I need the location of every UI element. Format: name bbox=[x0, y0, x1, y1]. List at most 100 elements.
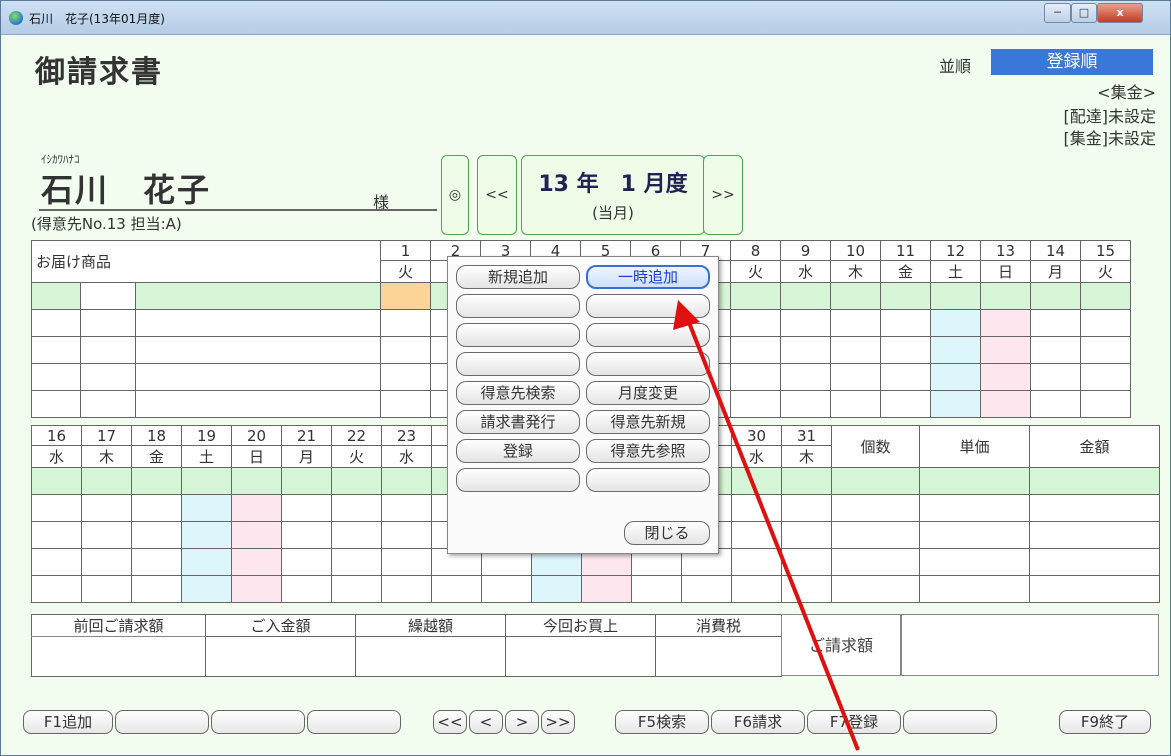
fkey-blank-button[interactable] bbox=[211, 710, 305, 734]
quantity-cell[interactable] bbox=[880, 282, 931, 310]
quantity-cell[interactable] bbox=[281, 521, 332, 549]
quantity-cell[interactable] bbox=[331, 575, 382, 603]
qty-cell[interactable] bbox=[831, 575, 920, 603]
quantity-cell[interactable] bbox=[781, 467, 832, 495]
new-add-button[interactable]: 新規追加 bbox=[456, 265, 580, 289]
payment-value[interactable] bbox=[205, 636, 356, 677]
product-code-cell[interactable] bbox=[80, 282, 136, 310]
current-month-button[interactable]: ◎ bbox=[441, 155, 469, 235]
first-page-button[interactable]: << bbox=[433, 710, 467, 734]
amount-cell[interactable] bbox=[1029, 548, 1160, 576]
quantity-cell[interactable] bbox=[231, 494, 282, 522]
quantity-cell[interactable] bbox=[1080, 363, 1131, 391]
purchases-value[interactable] bbox=[505, 636, 656, 677]
quantity-cell[interactable] bbox=[381, 575, 432, 603]
quantity-cell[interactable] bbox=[830, 390, 881, 418]
quantity-cell[interactable] bbox=[1080, 282, 1131, 310]
quantity-cell[interactable] bbox=[731, 494, 782, 522]
quantity-cell[interactable] bbox=[980, 309, 1031, 337]
quantity-cell[interactable] bbox=[830, 363, 881, 391]
quantity-cell[interactable] bbox=[381, 467, 432, 495]
customer-lookup-button[interactable]: 得意先参照 bbox=[586, 439, 710, 463]
quantity-cell[interactable] bbox=[481, 575, 532, 603]
amount-cell[interactable] bbox=[1029, 575, 1160, 603]
quantity-cell[interactable] bbox=[930, 282, 981, 310]
quantity-cell[interactable] bbox=[731, 467, 782, 495]
quantity-cell[interactable] bbox=[331, 521, 382, 549]
unit-price-cell[interactable] bbox=[919, 494, 1030, 522]
quantity-cell[interactable] bbox=[231, 467, 282, 495]
f1-add-button[interactable]: F1追加 bbox=[23, 710, 113, 734]
quantity-cell[interactable] bbox=[1030, 336, 1081, 364]
next-month-button[interactable]: >> bbox=[703, 155, 743, 235]
quantity-cell[interactable] bbox=[730, 363, 781, 391]
quantity-cell[interactable] bbox=[81, 575, 132, 603]
quantity-cell[interactable] bbox=[81, 548, 132, 576]
qty-cell[interactable] bbox=[831, 467, 920, 495]
quantity-cell[interactable] bbox=[731, 521, 782, 549]
amount-cell[interactable] bbox=[1029, 521, 1160, 549]
quantity-cell[interactable] bbox=[81, 467, 132, 495]
quantity-cell[interactable] bbox=[181, 521, 232, 549]
quantity-cell[interactable] bbox=[730, 309, 781, 337]
close-window-button[interactable]: x bbox=[1097, 3, 1143, 23]
quantity-cell[interactable] bbox=[930, 390, 981, 418]
carryover-value[interactable] bbox=[355, 636, 506, 677]
quantity-cell[interactable] bbox=[380, 282, 431, 310]
quantity-cell[interactable] bbox=[31, 548, 82, 576]
quantity-cell[interactable] bbox=[181, 467, 232, 495]
quantity-cell[interactable] bbox=[531, 575, 582, 603]
prev-billing-value[interactable] bbox=[31, 636, 206, 677]
quantity-cell[interactable] bbox=[980, 390, 1031, 418]
quantity-cell[interactable] bbox=[281, 494, 332, 522]
quantity-cell[interactable] bbox=[880, 336, 931, 364]
unit-price-cell[interactable] bbox=[919, 575, 1030, 603]
quantity-cell[interactable] bbox=[231, 548, 282, 576]
quantity-cell[interactable] bbox=[930, 336, 981, 364]
quantity-cell[interactable] bbox=[780, 336, 831, 364]
qty-cell[interactable] bbox=[831, 494, 920, 522]
popup-blank-button[interactable] bbox=[586, 468, 710, 492]
grand-total-value[interactable] bbox=[901, 614, 1159, 676]
quantity-cell[interactable] bbox=[380, 309, 431, 337]
qty-cell[interactable] bbox=[831, 548, 920, 576]
quantity-cell[interactable] bbox=[181, 548, 232, 576]
quantity-cell[interactable] bbox=[381, 494, 432, 522]
quantity-cell[interactable] bbox=[1030, 309, 1081, 337]
next-page-button[interactable]: > bbox=[505, 710, 539, 734]
tax-value[interactable] bbox=[655, 636, 782, 677]
popup-close-button[interactable]: 閉じる bbox=[624, 521, 710, 545]
amount-cell[interactable] bbox=[1029, 494, 1160, 522]
issue-invoice-button[interactable]: 請求書発行 bbox=[456, 410, 580, 434]
row-number-cell[interactable] bbox=[31, 363, 81, 391]
quantity-cell[interactable] bbox=[380, 363, 431, 391]
quantity-cell[interactable] bbox=[331, 548, 382, 576]
quantity-cell[interactable] bbox=[930, 309, 981, 337]
quantity-cell[interactable] bbox=[281, 575, 332, 603]
quantity-cell[interactable] bbox=[780, 282, 831, 310]
product-code-cell[interactable] bbox=[80, 336, 136, 364]
quantity-cell[interactable] bbox=[930, 363, 981, 391]
product-code-cell[interactable] bbox=[80, 363, 136, 391]
quantity-cell[interactable] bbox=[281, 467, 332, 495]
row-number-cell[interactable] bbox=[31, 282, 81, 310]
popup-blank-button[interactable] bbox=[456, 323, 580, 347]
new-customer-button[interactable]: 得意先新規 bbox=[586, 410, 710, 434]
product-name-cell[interactable] bbox=[135, 336, 381, 364]
temp-add-button[interactable]: 一時追加 bbox=[586, 265, 710, 289]
quantity-cell[interactable] bbox=[731, 575, 782, 603]
quantity-cell[interactable] bbox=[181, 494, 232, 522]
quantity-cell[interactable] bbox=[131, 548, 182, 576]
quantity-cell[interactable] bbox=[31, 575, 82, 603]
quantity-cell[interactable] bbox=[231, 575, 282, 603]
quantity-cell[interactable] bbox=[31, 494, 82, 522]
register-button[interactable]: 登録 bbox=[456, 439, 580, 463]
title-bar[interactable]: 石川 花子(13年01月度) ─ □ x bbox=[1, 1, 1170, 35]
popup-blank-button[interactable] bbox=[456, 468, 580, 492]
quantity-cell[interactable] bbox=[781, 548, 832, 576]
quantity-cell[interactable] bbox=[830, 336, 881, 364]
quantity-cell[interactable] bbox=[380, 390, 431, 418]
f7-register-button[interactable]: F7登録 bbox=[807, 710, 901, 734]
quantity-cell[interactable] bbox=[730, 390, 781, 418]
quantity-cell[interactable] bbox=[181, 575, 232, 603]
